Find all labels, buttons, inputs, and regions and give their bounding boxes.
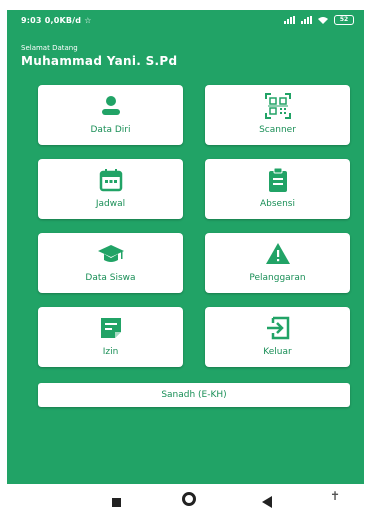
menu-absensi-button[interactable]: Absensi: [205, 159, 350, 219]
menu-data-diri-button[interactable]: Data Diri: [38, 85, 183, 145]
signal-icon-2: [301, 16, 312, 24]
logout-icon: [265, 315, 291, 341]
battery-icon: 52: [334, 15, 354, 25]
menu-pelanggaran-button[interactable]: Pelanggaran: [205, 233, 350, 293]
menu-label: Scanner: [259, 125, 296, 135]
note-icon: [98, 315, 124, 341]
status-speed: 0,0KB/d: [44, 16, 82, 25]
accessibility-icon[interactable]: ✝: [330, 489, 340, 503]
menu-label: Absensi: [260, 199, 295, 209]
recent-apps-icon[interactable]: [112, 498, 121, 507]
menu-label: Data Diri: [90, 125, 131, 135]
menu-label: Data Siswa: [85, 273, 136, 283]
sanadh-button[interactable]: Sanadh (E-KH): [38, 383, 350, 407]
status-bar: 9:03 0,0KB/d ☆ 52: [7, 10, 364, 32]
status-right: 52: [284, 15, 354, 25]
graduation-cap-icon: [97, 241, 124, 267]
menu-label: Pelanggaran: [249, 273, 306, 283]
menu-keluar-button[interactable]: Keluar: [205, 307, 350, 367]
notification-icon: ☆: [84, 16, 92, 25]
app-screen: 9:03 0,0KB/d ☆ 52 Selamat Datang Muhamma…: [7, 10, 364, 484]
wifi-icon: [318, 17, 328, 24]
menu-izin-button[interactable]: Izin: [38, 307, 183, 367]
menu-label: Izin: [102, 347, 119, 357]
warning-icon: [265, 241, 291, 267]
back-icon[interactable]: [262, 496, 272, 508]
person-icon: [98, 93, 124, 119]
menu-label: Jadwal: [95, 199, 126, 209]
calendar-icon: [98, 167, 124, 193]
username-text: Muhammad Yani. S.Pd: [21, 54, 178, 68]
menu-jadwal-button[interactable]: Jadwal: [38, 159, 183, 219]
home-icon[interactable]: [182, 492, 196, 506]
qr-code-icon: [264, 93, 291, 119]
menu-scanner-button[interactable]: Scanner: [205, 85, 350, 145]
status-left: 9:03 0,0KB/d ☆: [21, 16, 92, 25]
greeting-text: Selamat Datang: [21, 44, 78, 52]
signal-icon: [284, 16, 295, 24]
clipboard-icon: [265, 167, 291, 193]
menu-label: Keluar: [263, 347, 292, 357]
system-navigation-bar: ✝: [0, 484, 372, 512]
status-time: 9:03: [21, 16, 42, 25]
menu-data-siswa-button[interactable]: Data Siswa: [38, 233, 183, 293]
